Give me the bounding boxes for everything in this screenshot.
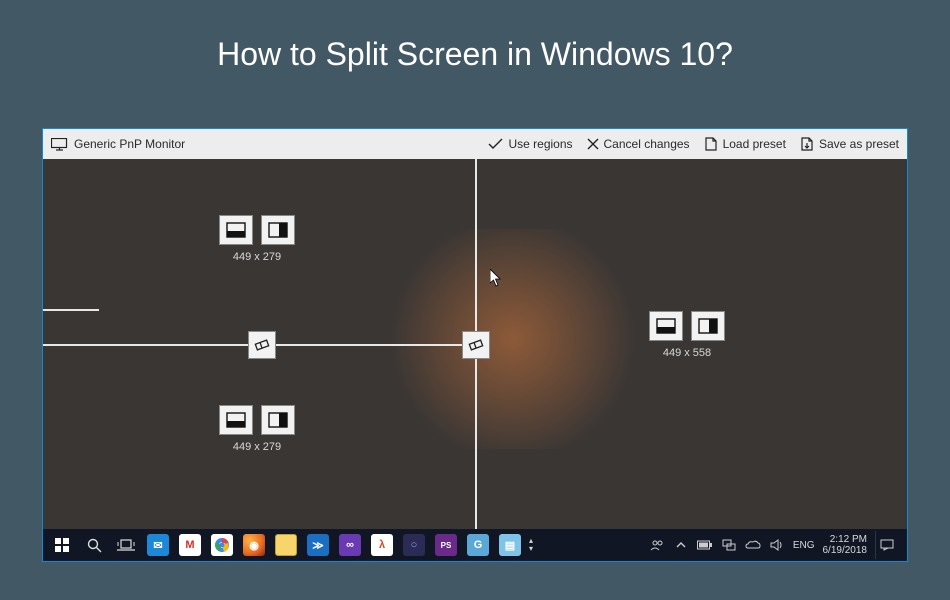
taskbar-app-gmail[interactable]: M (175, 531, 205, 559)
taskbar-app-vscode[interactable]: ≫ (303, 531, 333, 559)
tray-onedrive-icon[interactable] (745, 537, 761, 553)
tray-network-icon[interactable] (721, 537, 737, 553)
split-horizontal-button[interactable] (649, 311, 683, 341)
taskbar-app-firefox[interactable]: ◉ (239, 531, 269, 559)
split-horizontal-icon (226, 412, 246, 428)
load-preset-label: Load preset (723, 137, 786, 151)
split-horizontal-button[interactable] (219, 405, 253, 435)
taskbar-app-notepad[interactable]: ▤ (495, 531, 525, 559)
check-icon (488, 138, 503, 150)
region-editor-window: Generic PnP Monitor Use regions Cancel c… (42, 128, 908, 562)
split-vertical-icon (698, 318, 718, 334)
cancel-changes-label: Cancel changes (604, 137, 690, 151)
monitor-name: Generic PnP Monitor (74, 137, 185, 151)
region-controls-bottom-left: 449 x 279 (219, 405, 295, 453)
load-icon (704, 137, 718, 151)
region-size-label: 449 x 279 (233, 441, 281, 453)
tray-battery-icon[interactable] (697, 537, 713, 553)
eraser-icon (467, 338, 485, 352)
vertical-divider[interactable] (475, 159, 477, 561)
taskbar-overflow[interactable]: ▴▾ (527, 537, 535, 553)
tray-notifications-icon[interactable] (875, 531, 897, 559)
split-vertical-button[interactable] (261, 215, 295, 245)
monitor-icon (51, 138, 68, 151)
taskbar-app-explorer[interactable] (271, 531, 301, 559)
taskbar-app-terminal[interactable]: ○ (399, 531, 429, 559)
use-regions-label: Use regions (508, 137, 572, 151)
save-icon (800, 137, 814, 151)
taskbar-app-lambda[interactable]: λ (367, 531, 397, 559)
taskbar-app-edge[interactable]: G (463, 531, 493, 559)
taskbar-right: ENG 2:12 PM 6/19/2018 (649, 531, 903, 559)
monitor-label: Generic PnP Monitor (51, 137, 185, 151)
eraser-handle-left[interactable] (248, 331, 276, 359)
tray-date: 6/19/2018 (823, 545, 868, 556)
task-view-button[interactable] (111, 531, 141, 559)
split-horizontal-button[interactable] (219, 215, 253, 245)
save-preset-label: Save as preset (819, 137, 899, 151)
taskbar-app-phpstorm[interactable]: PS (431, 531, 461, 559)
load-preset-button[interactable]: Load preset (704, 137, 786, 151)
page-title: How to Split Screen in Windows 10? (0, 0, 950, 101)
search-button[interactable] (79, 531, 109, 559)
tray-lang[interactable]: ENG (793, 540, 815, 551)
tray-time: 2:12 PM (823, 534, 868, 545)
cursor-icon (490, 269, 502, 292)
split-vertical-button[interactable] (691, 311, 725, 341)
taskbar-app-chrome[interactable] (207, 531, 237, 559)
start-button[interactable] (47, 531, 77, 559)
regions-canvas[interactable]: 449 x 279 449 x 279 (43, 159, 907, 561)
toolbar: Generic PnP Monitor Use regions Cancel c… (43, 129, 907, 159)
region-size-label: 449 x 558 (663, 347, 711, 359)
tray-chevron-up-icon[interactable] (673, 537, 689, 553)
glow-decoration (383, 229, 643, 449)
taskbar-app-mailbird[interactable]: ✉ (143, 531, 173, 559)
split-vertical-button[interactable] (261, 405, 295, 435)
cancel-changes-button[interactable]: Cancel changes (587, 137, 690, 151)
region-controls-right: 449 x 558 (649, 311, 725, 359)
split-horizontal-icon (656, 318, 676, 334)
save-preset-button[interactable]: Save as preset (800, 137, 899, 151)
close-icon (587, 138, 599, 150)
eraser-handle-center[interactable] (462, 331, 490, 359)
divider-stub[interactable] (43, 309, 99, 311)
tray-volume-icon[interactable] (769, 537, 785, 553)
split-vertical-icon (268, 222, 288, 238)
taskbar-app-visualstudio[interactable]: ∞ (335, 531, 365, 559)
eraser-icon (253, 338, 271, 352)
split-horizontal-icon (226, 222, 246, 238)
region-size-label: 449 x 279 (233, 251, 281, 263)
split-vertical-icon (268, 412, 288, 428)
tray-clock[interactable]: 2:12 PM 6/19/2018 (823, 534, 868, 556)
tray-people-icon[interactable] (649, 537, 665, 553)
use-regions-button[interactable]: Use regions (488, 137, 572, 151)
region-controls-top-left: 449 x 279 (219, 215, 295, 263)
taskbar-left: ✉ M ◉ ≫ ∞ λ ○ PS G ▤ ▴▾ (47, 531, 535, 559)
taskbar: ✉ M ◉ ≫ ∞ λ ○ PS G ▤ ▴▾ (43, 529, 907, 561)
